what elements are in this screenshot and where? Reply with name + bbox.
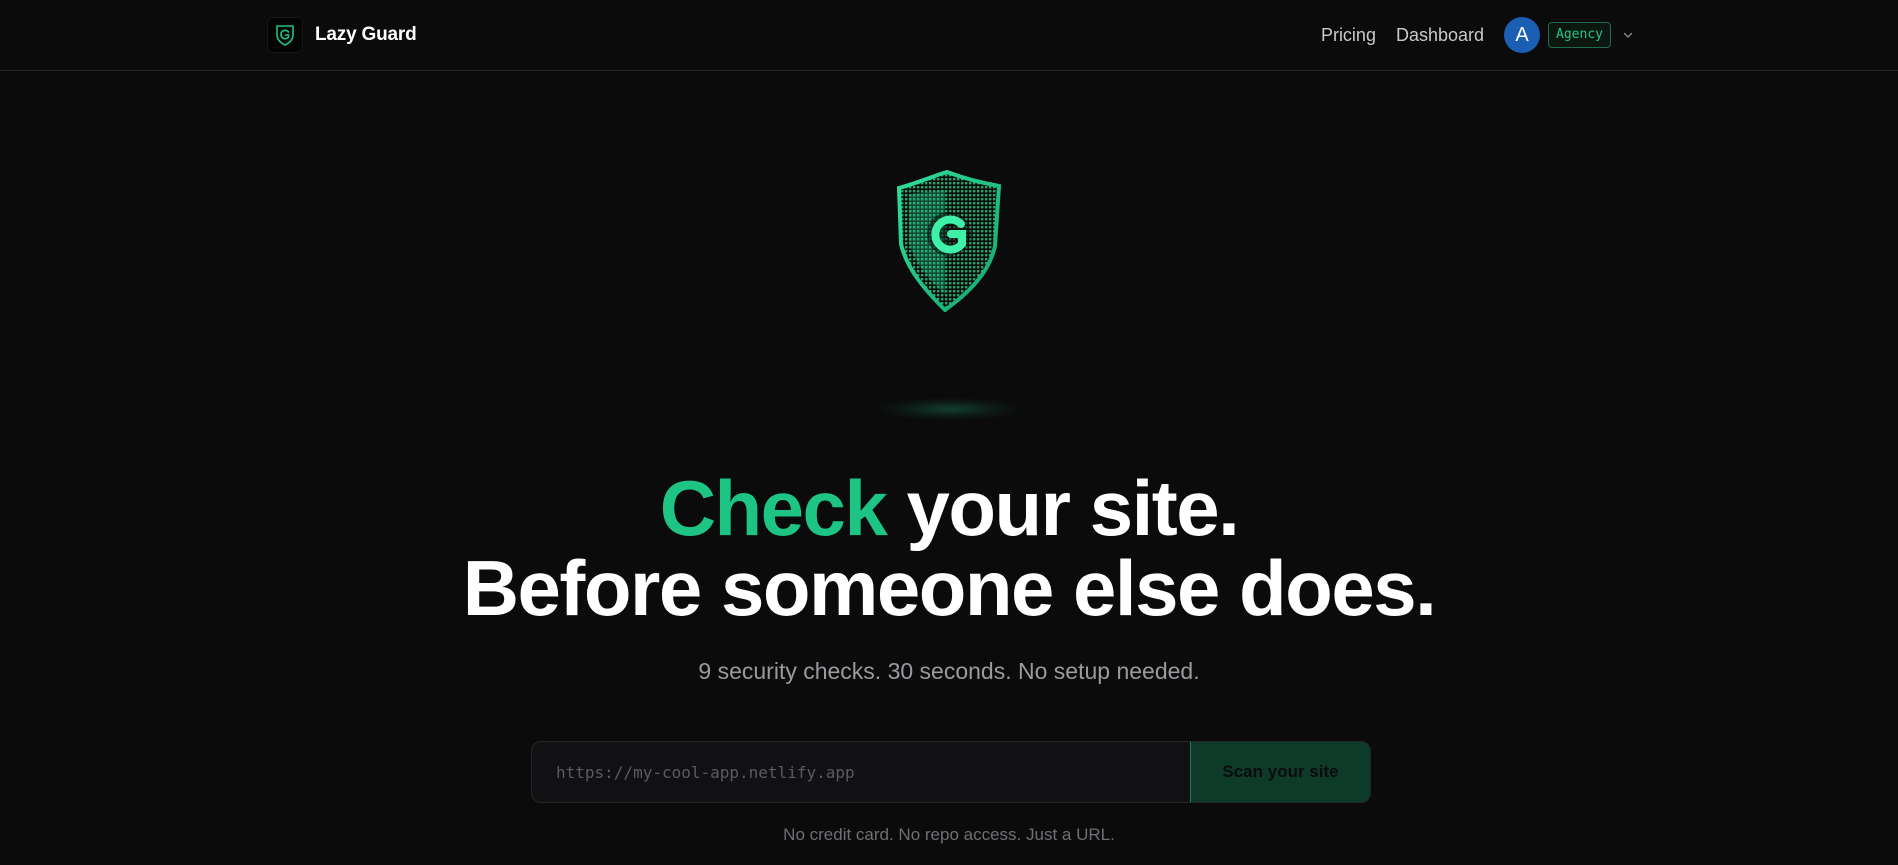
site-url-input[interactable]	[532, 742, 1190, 802]
brand-name: Lazy Guard	[315, 24, 417, 45]
headline-accent-word: Check	[659, 464, 888, 552]
hero-headline: Check your site. Before someone else doe…	[0, 468, 1898, 628]
nav-link-pricing[interactable]: Pricing	[1321, 25, 1376, 46]
shield-logo-icon	[267, 17, 303, 53]
main-nav: Pricing Dashboard A Agency	[1301, 17, 1635, 53]
hero-subheadline: 9 security checks. 30 seconds. No setup …	[698, 658, 1200, 684]
scan-fineprint: No credit card. No repo access. Just a U…	[783, 825, 1115, 844]
plan-badge: Agency	[1548, 22, 1611, 48]
chevron-down-icon[interactable]	[1621, 28, 1635, 42]
scan-site-button[interactable]: Scan your site	[1190, 742, 1370, 802]
nav-link-dashboard[interactable]: Dashboard	[1396, 25, 1484, 46]
scan-form: Scan your site	[531, 741, 1371, 803]
user-avatar[interactable]: A	[1504, 17, 1541, 53]
brand-home-link[interactable]: Lazy Guard	[267, 17, 417, 53]
headline-line-2: Before someone else does.	[462, 544, 1437, 632]
hero-glow	[880, 398, 1020, 420]
headline-line-1-rest: your site.	[886, 464, 1239, 552]
hero-shield-icon	[893, 169, 1005, 313]
top-navigation-bar: Lazy Guard Pricing Dashboard A Agency	[0, 0, 1898, 71]
